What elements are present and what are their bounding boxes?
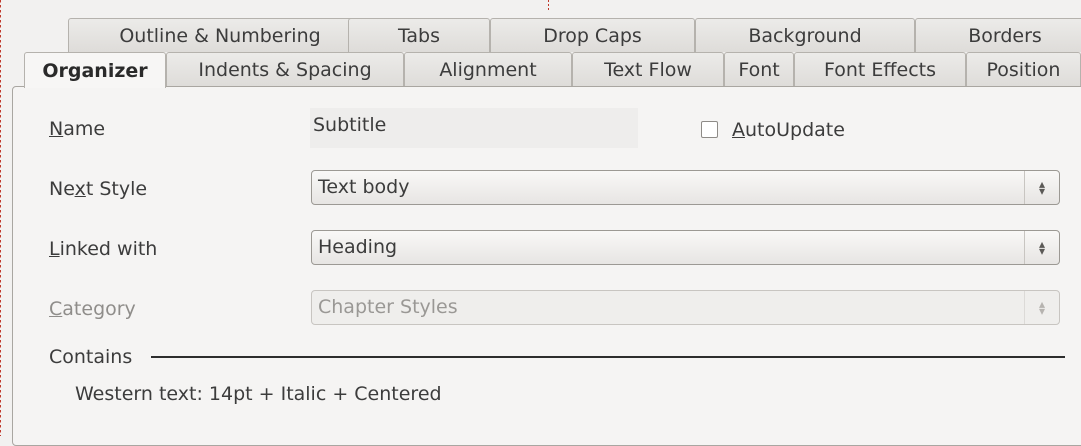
name-label: Name — [49, 118, 106, 140]
next-style-select[interactable]: Text body ▴ ▾ — [311, 170, 1060, 205]
next-style-value: Text body — [318, 176, 410, 198]
tab-organizer[interactable]: Organizer — [24, 52, 166, 88]
next-style-label: Next Style — [49, 178, 148, 200]
linked-with-select[interactable]: Heading ▴ ▾ — [311, 230, 1060, 265]
name-field[interactable]: Subtitle — [310, 108, 638, 148]
contains-divider — [151, 356, 1065, 358]
tab-borders[interactable]: Borders — [915, 18, 1081, 52]
tab-drop-caps[interactable]: Drop Caps — [490, 18, 695, 52]
autoupdate-checkbox[interactable] — [701, 121, 718, 138]
spin-arrows-icon: ▴ ▾ — [1024, 171, 1059, 204]
contains-description: Western text: 14pt + Italic + Centered — [75, 383, 442, 405]
linked-with-label: Linked with — [49, 238, 158, 260]
tab-alignment[interactable]: Alignment — [404, 52, 572, 86]
tab-position[interactable]: Position — [966, 52, 1081, 86]
tab-outline-numbering[interactable]: Outline & Numbering — [68, 18, 372, 52]
tab-text-flow[interactable]: Text Flow — [572, 52, 724, 86]
tab-tabs[interactable]: Tabs — [348, 18, 490, 52]
contains-heading: Contains — [49, 346, 133, 368]
tab-font[interactable]: Font — [724, 52, 794, 86]
spin-arrows-icon: ▴ ▾ — [1024, 291, 1059, 324]
category-select: Chapter Styles ▴ ▾ — [311, 290, 1060, 325]
autoupdate-label[interactable]: AutoUpdate — [732, 119, 845, 141]
linked-with-value: Heading — [318, 236, 398, 258]
tab-background[interactable]: Background — [695, 18, 915, 52]
guide-line-top — [548, 0, 549, 12]
spin-arrows-icon: ▴ ▾ — [1024, 231, 1059, 264]
category-label: Category — [49, 298, 136, 320]
tab-font-effects[interactable]: Font Effects — [794, 52, 966, 86]
guide-line-left — [0, 0, 1, 436]
category-value: Chapter Styles — [318, 296, 458, 318]
tab-indents-spacing[interactable]: Indents & Spacing — [166, 52, 404, 86]
